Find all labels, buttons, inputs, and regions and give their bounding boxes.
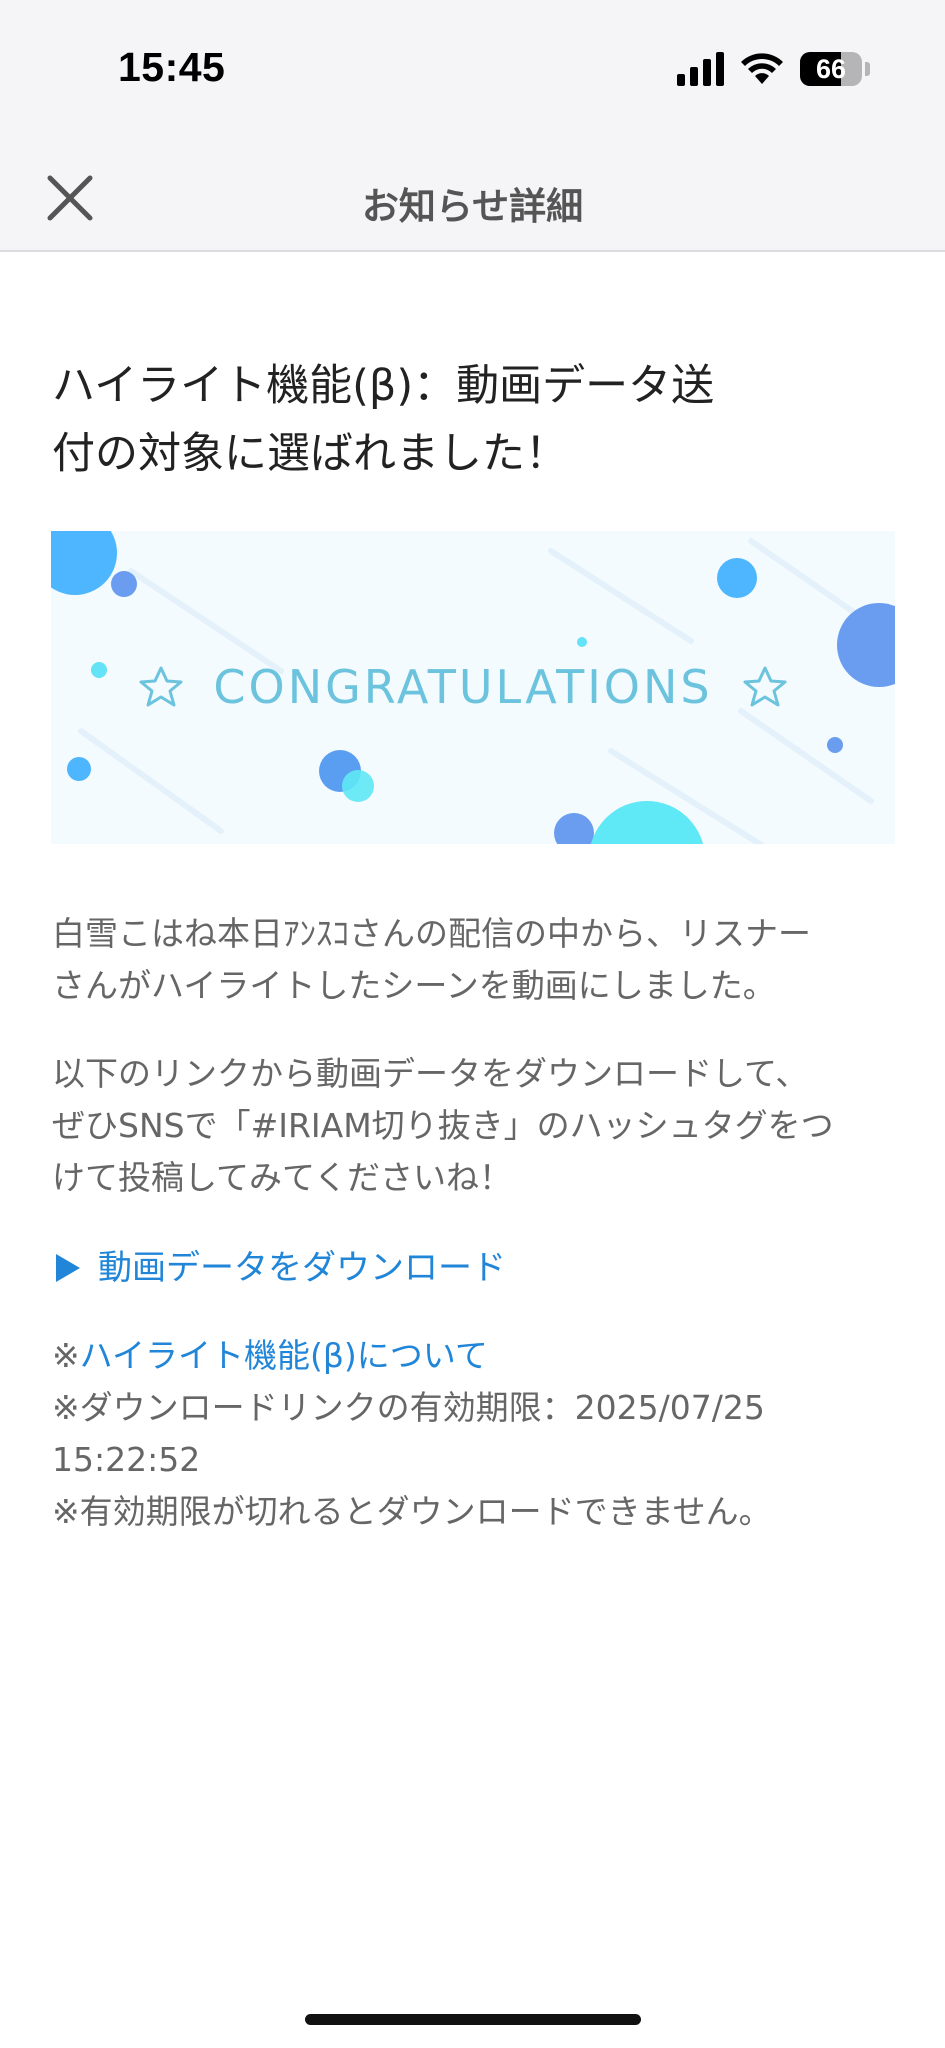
paragraph-2-line2: ぜひSNSで「#IRIAM切り抜き」のハッシュタグをつ [52, 1106, 834, 1145]
nav-bar: お知らせ詳細 [0, 140, 945, 252]
signal-icon [677, 52, 724, 86]
note-expired: ※有効期限が切れるとダウンロードできません。 [52, 1492, 772, 1531]
paragraph-2-line1: 以下のリンクから動画データをダウンロードして、 [52, 1054, 809, 1093]
battery-icon: 66 [800, 52, 862, 86]
note-prefix: ※ [52, 1336, 80, 1375]
battery-level: 66 [815, 54, 847, 84]
paragraph-1: 白雪こはね本日ｱﾝｽｺさんの配信の中から、リスナー さんがハイライトしたシーンを… [52, 908, 892, 1012]
congratulations-banner: CONGRATULATIONS [51, 531, 895, 844]
notes: ※ハイライト機能(β)について ※ダウンロードリンクの有効期限：2025/07/… [52, 1330, 892, 1538]
status-time: 15:45 [118, 44, 226, 90]
status-bar: 15:45 66 [0, 0, 945, 140]
note-expiry-line1: ※ダウンロードリンクの有効期限：2025/07/25 [52, 1388, 765, 1427]
play-arrow-icon [56, 1254, 80, 1282]
note-highlight-info: ※ハイライト機能(β)について [52, 1330, 892, 1382]
paragraph-1-line1: 白雪こはね本日ｱﾝｽｺさんの配信の中から、リスナー [52, 914, 811, 953]
article-title: ハイライト機能(β)：動画データ送 付の対象に選ばれました！ [52, 352, 812, 488]
home-indicator [305, 2014, 641, 2025]
battery-tip [865, 62, 870, 76]
article-title-line1: ハイライト機能(β)：動画データ送 [52, 361, 715, 411]
wifi-icon [741, 53, 783, 84]
paragraph-2-line3: けて投稿してみてくださいね！ [52, 1158, 513, 1197]
note-expiry-line2: 15:22:52 [52, 1440, 201, 1479]
paragraph-1-line2: さんがハイライトしたシーンを動画にしました。 [52, 966, 776, 1005]
paragraph-2: 以下のリンクから動画データをダウンロードして、 ぜひSNSで「#IRIAM切り抜… [52, 1048, 892, 1204]
download-video-link[interactable]: 動画データをダウンロード [52, 1242, 506, 1294]
article-title-line2: 付の対象に選ばれました！ [52, 429, 568, 479]
download-video-link-label: 動画データをダウンロード [98, 1248, 506, 1288]
nav-title: お知らせ詳細 [361, 185, 584, 228]
highlight-feature-link[interactable]: ハイライト機能(β)について [80, 1336, 488, 1375]
banner-text: CONGRATULATIONS [213, 660, 712, 714]
